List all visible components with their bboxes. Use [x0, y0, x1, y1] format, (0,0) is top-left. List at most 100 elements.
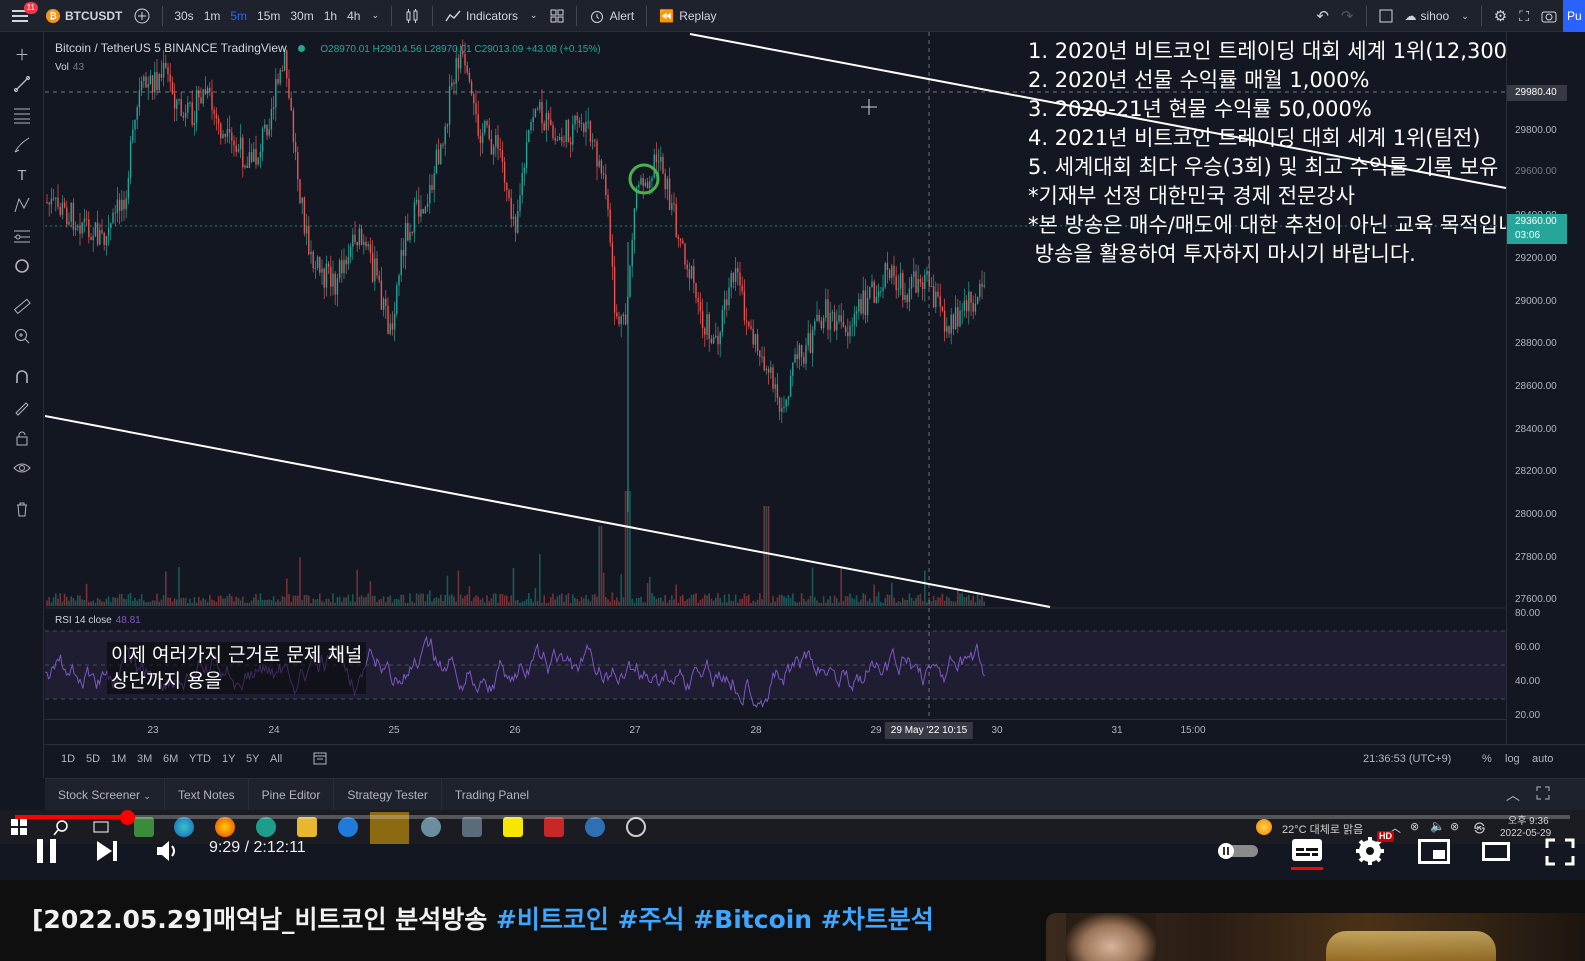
date-range-bar: 1D 5D 1M 3M 6M YTD 1Y 5Y All 21:36:53 (U…	[45, 744, 1585, 774]
tab-strategy-tester[interactable]: Strategy Tester	[334, 778, 442, 811]
alert-button[interactable]: Alert	[583, 0, 641, 32]
volume-bar	[277, 599, 279, 606]
range-5y[interactable]: 5Y	[246, 753, 259, 765]
candle-body	[173, 93, 176, 109]
symbol-search[interactable]: ₿ BTCUSDT	[40, 0, 128, 32]
zoom-in-icon[interactable]	[10, 324, 34, 348]
price-axis[interactable]: 29800.00 29400.00 29200.00 29000.00 2880…	[1506, 32, 1585, 744]
volume-bar	[950, 601, 952, 606]
maximize-panel-icon[interactable]	[1536, 786, 1550, 803]
publish-button[interactable]: Pu	[1563, 0, 1585, 32]
candle-body	[908, 288, 911, 303]
replay-button[interactable]: ⏪ Replay	[653, 0, 722, 32]
layout-square-icon[interactable]	[1373, 0, 1399, 32]
candle-body	[948, 326, 950, 334]
auto-toggle[interactable]: auto	[1532, 753, 1553, 765]
miniplayer-icon[interactable]	[1418, 839, 1450, 870]
video-hashtags[interactable]: #비트코인 #주식 #Bitcoin #차트분석	[496, 905, 934, 934]
next-video-icon[interactable]	[96, 840, 120, 867]
timeframe-30s[interactable]: 30s	[169, 9, 198, 23]
volume-bar	[686, 599, 688, 606]
volume-bar	[158, 601, 160, 606]
tab-trading-panel[interactable]: Trading Panel	[442, 779, 542, 811]
volume-bar	[668, 599, 671, 606]
autoplay-toggle-icon[interactable]	[1216, 842, 1260, 865]
range-ytd[interactable]: YTD	[189, 753, 211, 765]
tab-pine-editor[interactable]: Pine Editor	[249, 778, 335, 811]
volume-bar	[897, 601, 900, 606]
time-label: 23	[147, 725, 159, 736]
chart-type-button[interactable]	[398, 0, 426, 32]
trash-icon[interactable]	[10, 497, 34, 521]
candle-body	[730, 273, 732, 288]
theater-mode-icon[interactable]	[1482, 842, 1510, 867]
timeframe-dropdown-icon[interactable]: ⌄	[365, 0, 385, 32]
magnet-icon[interactable]	[10, 365, 34, 389]
text-tool-icon[interactable]: T	[10, 163, 34, 187]
ruler-icon[interactable]	[10, 294, 34, 318]
calendar-goto-icon[interactable]	[313, 751, 327, 768]
trend-line-icon[interactable]	[10, 72, 34, 96]
percent-toggle[interactable]: %	[1482, 753, 1492, 765]
volume-bar	[715, 597, 717, 606]
undo-icon[interactable]: ↶	[1310, 0, 1335, 32]
volume-bar	[935, 600, 937, 606]
lock-pencil-icon[interactable]	[10, 395, 34, 419]
volume-bar	[530, 598, 532, 606]
volume-bar	[578, 601, 581, 606]
indicators-dropdown-icon[interactable]: ⌄	[524, 0, 544, 32]
shape-circle-icon[interactable]	[10, 254, 34, 278]
volume-bar	[827, 599, 829, 606]
candle-body	[743, 291, 746, 321]
progress-scrubber[interactable]	[120, 810, 135, 825]
timeframe-5m[interactable]: 5m	[225, 9, 252, 23]
timeframe-15m[interactable]: 15m	[252, 9, 285, 23]
range-all[interactable]: All	[270, 753, 282, 765]
timeframe-30m[interactable]: 30m	[285, 9, 318, 23]
range-1m[interactable]: 1M	[111, 753, 126, 765]
chevron-up-icon[interactable]: ︿	[1506, 785, 1520, 805]
layouts-button[interactable]	[544, 0, 570, 32]
timeframe-4h[interactable]: 4h	[342, 9, 365, 23]
pause-icon[interactable]	[35, 838, 59, 869]
eye-icon[interactable]	[10, 456, 34, 480]
range-6m[interactable]: 6M	[163, 753, 178, 765]
bottom-panel-tabs: Stock Screener ⌄ Text Notes Pine Editor …	[45, 778, 1585, 811]
lock-icon[interactable]	[10, 426, 34, 450]
subtitles-icon[interactable]	[1291, 838, 1323, 877]
pattern-icon[interactable]	[10, 193, 34, 217]
candle-body	[534, 109, 537, 117]
user-dropdown-icon[interactable]: ⌄	[1455, 0, 1475, 32]
prediction-icon[interactable]	[10, 224, 34, 248]
add-symbol-button[interactable]	[128, 0, 156, 32]
indicators-button[interactable]: Indicators	[439, 0, 524, 32]
chart-pane[interactable]: Bitcoin / TetherUS 5 BINANCE TradingView…	[45, 32, 1537, 744]
time-axis[interactable]: 23 24 25 26 27 28 29 30 31 15:00 29 May …	[45, 719, 1506, 741]
timezone-clock[interactable]: 21:36:53 (UTC+9)	[1363, 753, 1451, 765]
cloud-layout-button[interactable]: ☁ sihoo	[1399, 0, 1456, 32]
tab-stock-screener[interactable]: Stock Screener ⌄	[45, 778, 165, 811]
timeframe-1m[interactable]: 1m	[199, 9, 226, 23]
volume-bar	[974, 602, 977, 606]
settings-gear-icon[interactable]: ⚙	[1488, 0, 1513, 32]
range-1d[interactable]: 1D	[61, 753, 75, 765]
camera-icon[interactable]	[1535, 0, 1563, 32]
timeframe-1h[interactable]: 1h	[319, 9, 342, 23]
log-toggle[interactable]: log	[1505, 753, 1520, 765]
fullscreen-icon[interactable]: ⛶	[1513, 0, 1535, 32]
range-3m[interactable]: 3M	[137, 753, 152, 765]
recommended-video-thumbnail[interactable]	[1046, 913, 1585, 961]
main-menu-button[interactable]: 11	[0, 0, 40, 32]
progress-bar-track[interactable]	[15, 815, 1570, 819]
brush-icon[interactable]	[10, 133, 34, 157]
range-1y[interactable]: 1Y	[222, 753, 235, 765]
tab-text-notes[interactable]: Text Notes	[165, 778, 249, 811]
fullscreen-icon[interactable]	[1545, 838, 1575, 871]
redo-icon[interactable]: ↷	[1335, 0, 1360, 32]
fib-retracement-icon[interactable]	[10, 103, 34, 127]
crosshair-icon[interactable]: ＋	[10, 42, 34, 66]
candle-body	[347, 256, 350, 265]
volume-bar	[805, 601, 807, 606]
volume-icon[interactable]	[156, 840, 182, 867]
range-5d[interactable]: 5D	[86, 753, 100, 765]
